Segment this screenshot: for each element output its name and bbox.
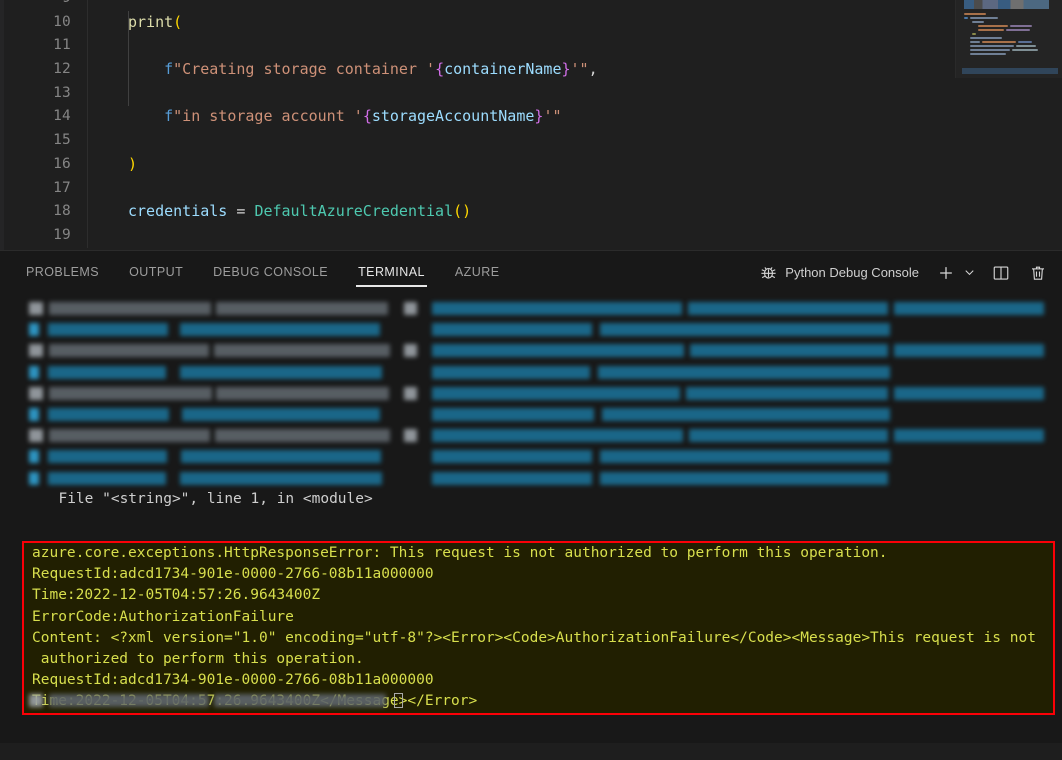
- terminal-line-redacted: [0, 298, 1062, 319]
- minimap-selection-highlight: [962, 68, 1058, 74]
- code-line: f"Creating storage container '{container…: [164, 60, 598, 79]
- tab-problems[interactable]: PROBLEMS: [24, 261, 101, 285]
- line-number: 12: [53, 61, 71, 78]
- error-line: ErrorCode:AuthorizationFailure: [24, 606, 1053, 628]
- terminal-kind-dropdown-button[interactable]: [959, 259, 979, 287]
- terminal-line-redacted: [0, 425, 1062, 446]
- kill-terminal-button[interactable]: [1024, 259, 1052, 287]
- indent-guide: [128, 10, 129, 106]
- code-content[interactable]: print( f"Creating storage container '{co…: [88, 0, 1062, 248]
- terminal-line-redacted: [0, 340, 1062, 361]
- traceback-file-line: File "<string>", line 1, in <module>: [41, 490, 373, 507]
- code-line: ): [128, 154, 138, 173]
- terminal-line-redacted: [0, 446, 1062, 467]
- terminal-cursor: [394, 692, 403, 708]
- vscode-window: 9 10 11 12 13 14 15 16 17 18 19 print( f…: [0, 0, 1062, 760]
- error-line: azure.core.exceptions.HttpResponseError:…: [24, 543, 1053, 565]
- terminal-line-redacted: [0, 362, 1062, 383]
- line-number: 18: [53, 203, 71, 220]
- active-terminal-label: Python Debug Console: [785, 265, 919, 280]
- error-line: RequestId:adcd1734-901e-0000-2766-08b11a…: [24, 564, 1053, 586]
- terminal-line-redacted: [0, 404, 1062, 425]
- error-line: Time:2022-12-05T04:57:26.9643400Z: [24, 585, 1053, 607]
- line-number: 11: [53, 37, 71, 54]
- tab-output[interactable]: OUTPUT: [127, 261, 185, 285]
- tab-azure[interactable]: AZURE: [453, 261, 502, 285]
- panel-tab-bar: PROBLEMS OUTPUT DEBUG CONSOLE TERMINAL A…: [0, 251, 1062, 294]
- panel-toolbar: Python Debug Console: [759, 259, 1052, 287]
- split-terminal-button[interactable]: [987, 259, 1015, 287]
- minimap-code-band: [964, 0, 1049, 9]
- code-line: print(: [128, 12, 183, 31]
- line-number: 13: [53, 84, 71, 101]
- terminal-prompt-line[interactable]: [0, 690, 1062, 711]
- debug-bug-icon: [759, 263, 778, 282]
- line-number: 15: [53, 132, 71, 149]
- error-highlight-box: azure.core.exceptions.HttpResponseError:…: [22, 541, 1055, 715]
- code-line: f"in storage account '{storageAccountNam…: [164, 107, 562, 126]
- editor-scroll-area: 9 10 11 12 13 14 15 16 17 18 19 print( f…: [4, 0, 1062, 248]
- line-number: 14: [53, 108, 71, 125]
- line-number: 17: [53, 179, 71, 196]
- code-line: credentials = DefaultAzureCredential(): [128, 202, 472, 221]
- active-terminal-entry[interactable]: Python Debug Console: [759, 263, 919, 282]
- tab-terminal[interactable]: TERMINAL: [356, 261, 427, 287]
- panel-bottom-edge: [0, 743, 1062, 760]
- redacted-output-block: [0, 298, 1062, 489]
- line-number: 10: [53, 13, 71, 30]
- line-number: 19: [53, 226, 71, 243]
- error-line: Content: <?xml version="1.0" encoding="u…: [24, 627, 1053, 649]
- line-number: 16: [53, 155, 71, 172]
- line-number-gutter: 9 10 11 12 13 14 15 16 17 18 19: [4, 0, 88, 248]
- terminal-line-redacted: [0, 383, 1062, 404]
- terminal-output[interactable]: File "<string>", line 1, in <module> azu…: [0, 294, 1062, 760]
- error-line: authorized to perform this operation.: [24, 648, 1053, 671]
- new-terminal-button[interactable]: [933, 259, 959, 287]
- error-line: RequestId:adcd1734-901e-0000-2766-08b11a…: [24, 670, 1053, 692]
- terminal-line-redacted: [0, 319, 1062, 340]
- bottom-panel: PROBLEMS OUTPUT DEBUG CONSOLE TERMINAL A…: [0, 250, 1062, 760]
- editor-minimap[interactable]: [955, 0, 1062, 78]
- tab-debug-console[interactable]: DEBUG CONSOLE: [211, 261, 330, 285]
- line-number: 9: [4, 0, 71, 11]
- minimap-code-rows: [964, 12, 1056, 56]
- terminal-line-redacted: [0, 468, 1062, 489]
- code-editor[interactable]: 9 10 11 12 13 14 15 16 17 18 19 print( f…: [0, 0, 1062, 250]
